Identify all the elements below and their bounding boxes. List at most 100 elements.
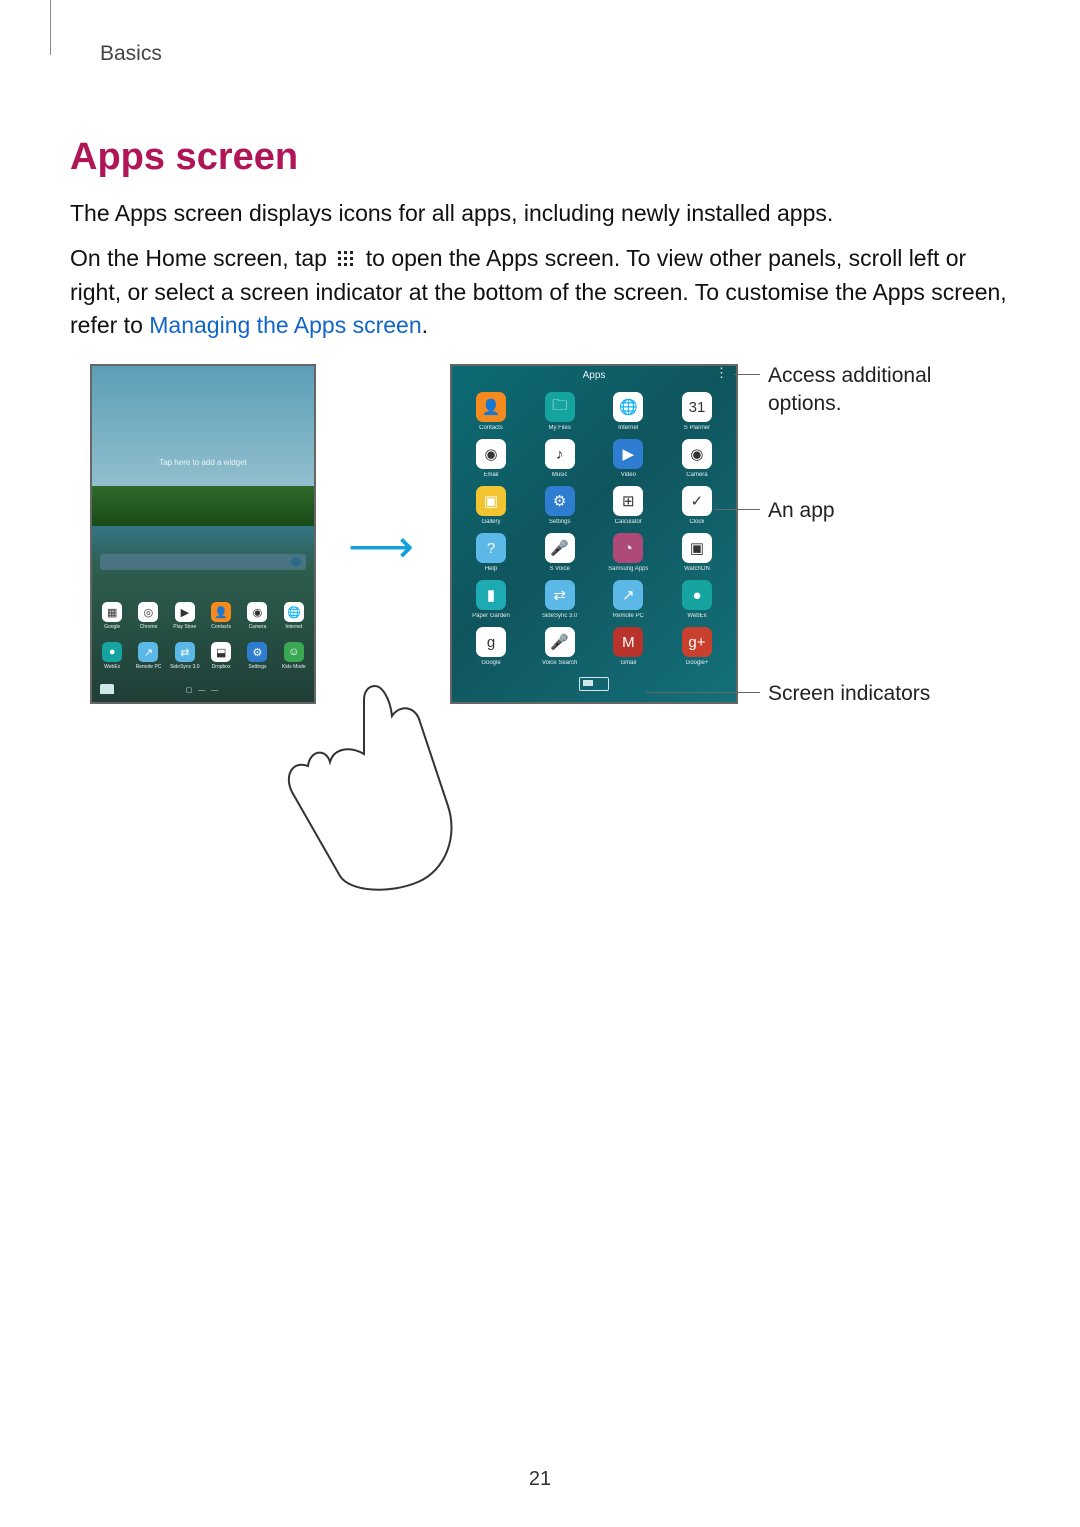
apps-grid: 👤Contacts🗀My Files🌐Internet31S Planner◉E… [464,392,724,678]
dock-row-2: ●WebEx↗Remote PC⇄SideSync 3.0⬓Dropbox⚙Se… [92,642,314,670]
app-icon: ✓ [682,486,712,516]
app-icon: ↗ [613,580,643,610]
app-label: SideSync 3.0 [170,664,199,670]
app-icon: 🎤 [545,627,575,657]
dock-app: ◉Camera [243,602,271,630]
app-label: Settings [248,664,266,670]
home-screen-device: Tap here to add a widget ▦Google◎Chrome▶… [90,364,316,704]
section-heading: Apps screen [70,136,1010,179]
manual-page: Basics Apps screen The Apps screen displ… [0,0,1080,1527]
app-icon: 31 [682,392,712,422]
app-icon: ▶ [175,602,195,622]
app-label: Camera [249,624,267,630]
callout-options: Access additional options. [768,362,998,417]
page-number: 21 [0,1468,1080,1491]
app-label: Google [481,660,500,666]
app-label: Samsung Apps [608,566,648,572]
apps-row: ◉Email♪Music▶Video◉Camera [464,439,724,478]
app-label: Music [552,472,568,478]
app-icon: 👤 [476,392,506,422]
dock-app: ⇄ SideSync 3.0 [171,642,199,670]
managing-apps-link[interactable]: Managing the Apps screen [149,312,421,338]
app-label: Clock [689,519,704,525]
app-label: Camera [686,472,707,478]
app-icon: ♪ [545,439,575,469]
app-cell: ♪ Music [533,439,587,478]
apps-row: ?Help🎤S Voice◔Samsung Apps▣WatchON [464,533,724,572]
apps-row: ▣Gallery⚙Settings⊞Calculator✓Clock [464,486,724,525]
dock-app: ☺Kids Mode [280,642,308,670]
gutter-rule [50,0,51,55]
apps-row: g Google 🎤Voice Search MGmail g+ Google+ [464,627,724,666]
paragraph-2: On the Home screen, tap to open the Apps… [70,242,1010,342]
callout-lead [734,374,760,375]
app-label: Help [485,566,497,572]
app-label: Google [104,624,120,630]
app-label: My Files [548,425,570,431]
app-icon: ↗ [138,642,158,662]
app-icon: 🌐 [613,392,643,422]
dock-app: ▦Google [98,602,126,630]
app-icon: ◉ [682,439,712,469]
app-cell: 🎤S Voice [533,533,587,572]
app-icon: ◔ [613,533,643,563]
app-cell: 👤 Contacts [464,392,518,431]
app-icon: ☺ [284,642,304,662]
app-label: Remote PC [613,613,644,619]
callout-lead [646,692,760,693]
app-label: Contacts [211,624,231,630]
hand-illustration [280,676,480,896]
app-cell: ◔ Samsung Apps [601,533,655,572]
app-icon: ⚙ [545,486,575,516]
app-label: Contacts [479,425,503,431]
app-cell: ⊞ Calculator [601,486,655,525]
para2-lead: On the Home screen, tap [70,245,333,271]
app-icon: ⬓ [211,642,231,662]
app-cell: ▮ Paper Garden [464,580,518,619]
app-cell: MGmail [601,627,655,666]
home-pager-dots: ▢ — — [186,687,221,694]
app-label: Internet [285,624,302,630]
app-cell: g Google [464,627,518,666]
apps-row: 👤Contacts🗀My Files🌐Internet31S Planner [464,392,724,431]
app-label: WatchON [684,566,710,572]
app-label: Paper Garden [472,613,510,619]
app-cell: ↗ Remote PC [601,580,655,619]
app-cell: 🌐Internet [601,392,655,431]
app-label: Play Store [173,624,196,630]
app-icon: ● [682,580,712,610]
illustration: Tap here to add a widget ▦Google◎Chrome▶… [70,364,1010,924]
app-icon: g [476,627,506,657]
paragraph-1: The Apps screen displays icons for all a… [70,197,1010,230]
apps-row: ▮Paper Garden⇄SideSync 3.0↗Remote PC●Web… [464,580,724,619]
app-label: WebEx [104,664,120,670]
screen-indicator [579,677,609,691]
app-label: Video [621,472,636,478]
dock-app: ▶ Play Store [171,602,199,630]
app-icon: ◉ [476,439,506,469]
app-cell: g+ Google+ [670,627,724,666]
app-cell: 🎤Voice Search [533,627,587,666]
app-label: Chrome [140,624,158,630]
app-icon: 🎤 [545,533,575,563]
app-label: Google+ [686,660,709,666]
app-cell: ◉ Camera [670,439,724,478]
app-cell: ⚙Settings [533,486,587,525]
app-cell: 🗀My Files [533,392,587,431]
apps-grid-icon [337,244,355,262]
app-icon: ▮ [476,580,506,610]
app-icon: ⊞ [613,486,643,516]
app-icon: ⇄ [175,642,195,662]
app-icon: ? [476,533,506,563]
app-label: Gmail [620,660,636,666]
app-cell: ▶ Video [601,439,655,478]
app-label: Gallery [481,519,500,525]
app-label: Calculator [615,519,642,525]
app-icon: ▶ [613,439,643,469]
dock-app: ↗Remote PC [134,642,162,670]
apps-pager [452,677,736,696]
app-icon: ● [102,642,122,662]
app-icon: g+ [682,627,712,657]
breadcrumb: Basics [100,42,1010,66]
home-pager-folder-icon [100,684,114,694]
